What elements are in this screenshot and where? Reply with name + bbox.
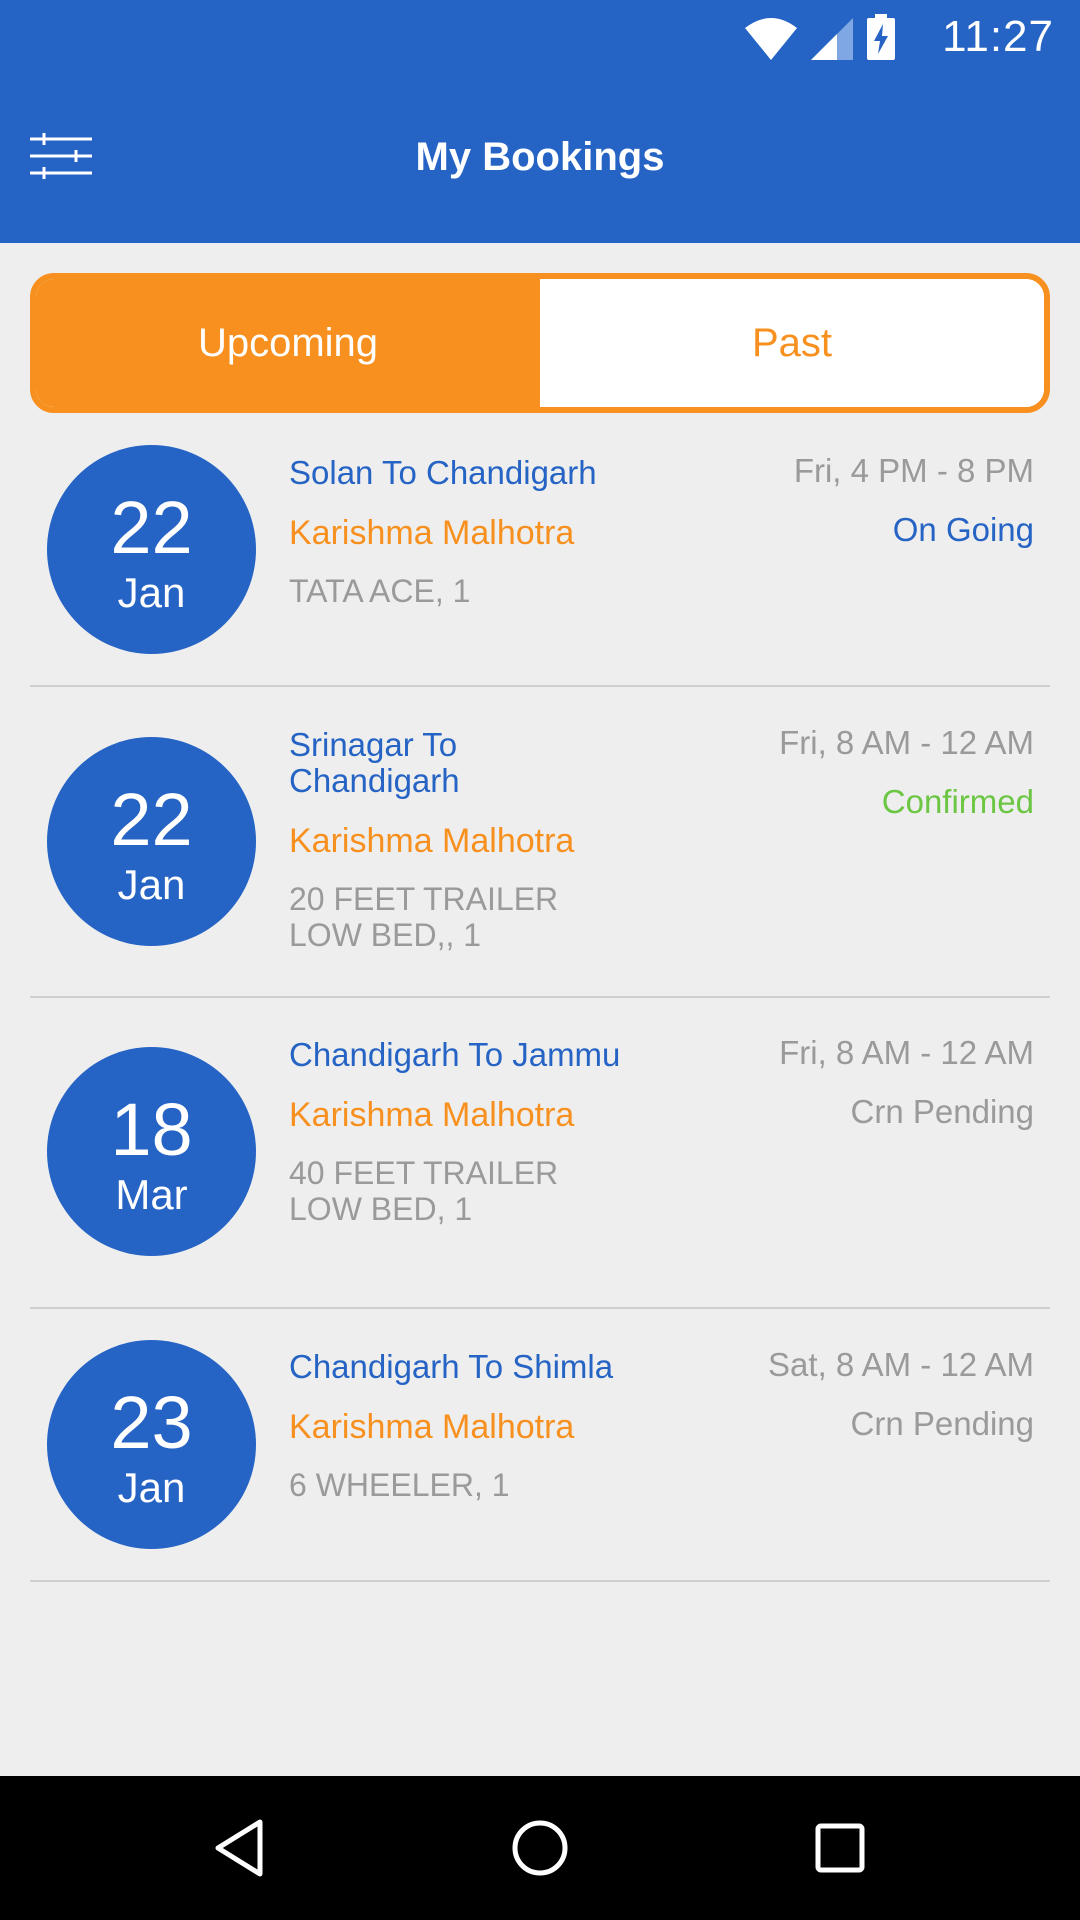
tab-upcoming[interactable]: Upcoming [36,279,540,407]
date-badge: 23 Jan [47,1340,256,1549]
time-range: Fri, 8 AM - 12 AM [779,1034,1034,1071]
date-day: 18 [110,1088,193,1171]
time-range: Fri, 4 PM - 8 PM [793,452,1034,489]
back-button[interactable] [208,1816,272,1880]
vehicle-info: 40 FEET TRAILER LOW BED, 1 [289,1155,559,1227]
booking-item[interactable]: 22 Jan Solan To Chandigarh Karishma Malh… [30,413,1050,687]
time-range: Fri, 8 AM - 12 AM [779,724,1034,761]
booking-meta: Fri, 8 AM - 12 AM Confirmed [779,723,1034,822]
booking-info: Srinagar To Chandigarh Karishma Malhotra… [289,726,629,954]
date-day: 22 [110,486,193,569]
date-badge: 18 Mar [47,1047,256,1256]
home-circle-icon [512,1820,568,1876]
status-icons [745,14,895,60]
home-button[interactable] [508,1816,572,1880]
recents-button[interactable] [808,1816,872,1880]
date-badge: 22 Jan [47,445,256,654]
customer-name: Karishma Malhotra [289,514,575,552]
booking-item[interactable]: 22 Jan Srinagar To Chandigarh Karishma M… [30,687,1050,998]
booking-item[interactable]: 23 Jan Chandigarh To Shimla Karishma Mal… [30,1309,1050,1582]
customer-name: Karishma Malhotra [289,1096,575,1134]
cell-signal-icon [811,18,853,60]
booking-route: Chandigarh To Jammu [289,1036,621,1073]
booking-info: Solan To Chandigarh Karishma Malhotra TA… [289,454,629,610]
status-time: 11:27 [942,12,1054,61]
customer-name: Karishma Malhotra [289,1408,575,1446]
date-month: Jan [117,1464,186,1511]
vehicle-info: 6 WHEELER, 1 [289,1467,510,1503]
booking-route: Srinagar To Chandigarh [289,726,460,799]
app-bar: My Bookings [0,75,1080,243]
booking-tabs: Upcoming Past [30,273,1050,413]
booking-info: Chandigarh To Shimla Karishma Malhotra 6… [289,1348,629,1504]
date-month: Jan [117,861,186,908]
status-label: Crn Pending [850,1093,1034,1130]
booking-info: Chandigarh To Jammu Karishma Malhotra 40… [289,1036,629,1228]
navigation-bar [0,1776,1080,1920]
status-label: On Going [892,511,1034,548]
vehicle-info: 20 FEET TRAILER LOW BED,, 1 [289,881,559,953]
date-badge: 22 Jan [47,737,256,946]
date-day: 23 [110,1381,193,1464]
booking-route: Chandigarh To Shimla [289,1348,614,1385]
wifi-icon [745,18,797,60]
back-triangle-icon [215,1819,263,1877]
booking-route: Solan To Chandigarh [289,454,597,491]
battery-charging-icon [867,14,895,60]
booking-meta: Fri, 4 PM - 8 PM On Going [794,451,1034,550]
booking-list: 22 Jan Solan To Chandigarh Karishma Malh… [30,413,1050,1582]
time-range: Sat, 8 AM - 12 AM [768,1346,1034,1383]
booking-meta: Sat, 8 AM - 12 AM Crn Pending [768,1345,1034,1444]
recents-square-icon [815,1823,865,1873]
date-month: Jan [117,569,186,616]
booking-item[interactable]: 18 Mar Chandigarh To Jammu Karishma Malh… [30,998,1050,1309]
status-label: Confirmed [881,783,1034,820]
page-title: My Bookings [415,135,665,179]
customer-name: Karishma Malhotra [289,822,575,860]
status-label: Crn Pending [850,1405,1034,1442]
tab-past[interactable]: Past [540,279,1044,407]
booking-meta: Fri, 8 AM - 12 AM Crn Pending [779,1033,1034,1132]
vehicle-info: TATA ACE, 1 [289,573,471,609]
status-bar: 11:27 [0,0,1080,75]
date-day: 22 [110,778,193,861]
date-month: Mar [115,1171,188,1218]
